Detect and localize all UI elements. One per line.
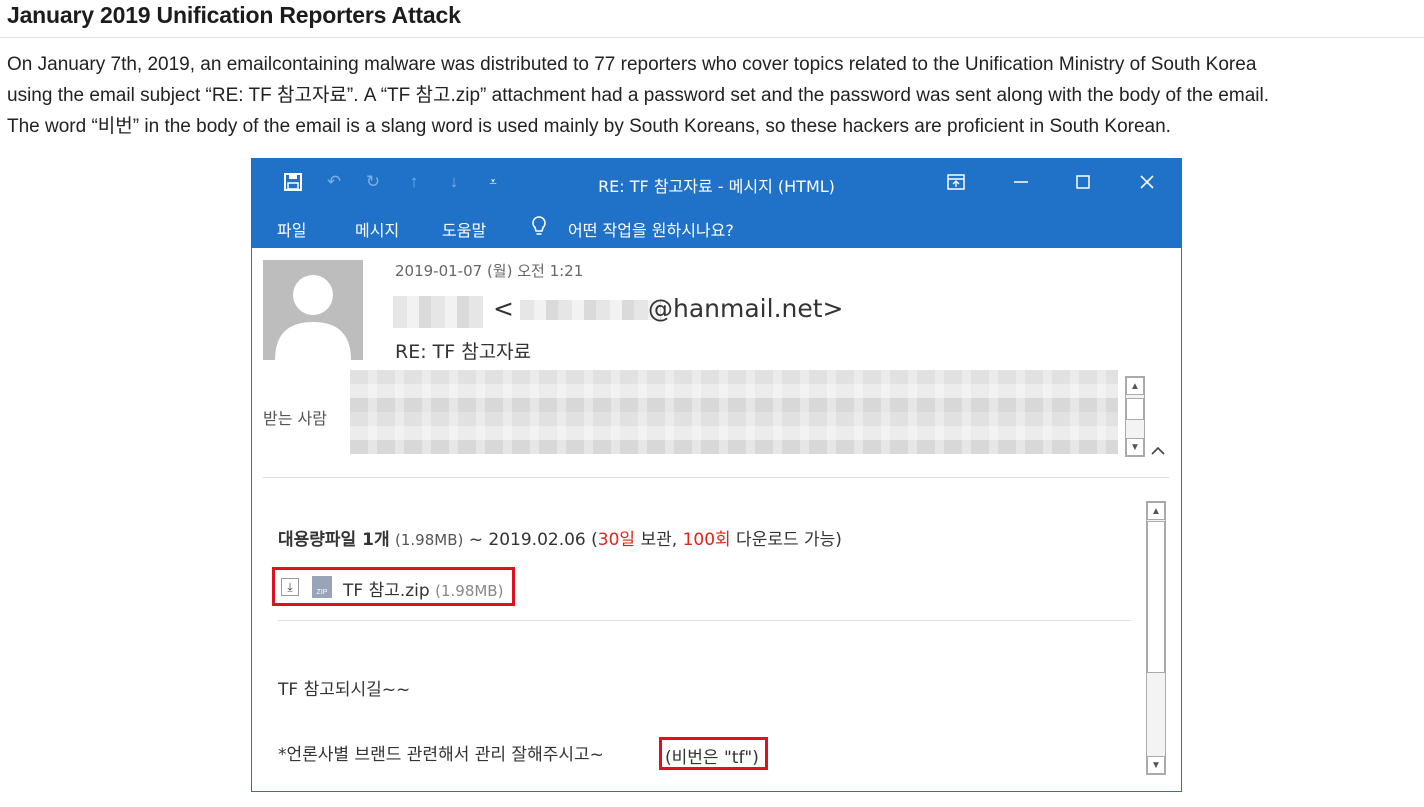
ribbon: 파일 메시지 도움말 어떤 작업을 원하시나요? [252, 206, 1181, 248]
bigfile-label: 대용량파일 1개 [278, 530, 390, 550]
attachment-highlight[interactable]: ⤓ ZIP TF 참고.zip (1.98MB) [272, 567, 515, 606]
redacted-sender-local [520, 300, 661, 320]
redacted-sender-name [393, 296, 483, 328]
to-label: 받는 사람 [263, 409, 327, 428]
scroll-thumb[interactable] [1147, 521, 1165, 673]
bigfile-keep: 보관, [635, 530, 683, 550]
tell-me-search[interactable]: 어떤 작업을 원하시나요? [568, 217, 734, 241]
redacted-recipients [350, 370, 1118, 454]
attachment-divider [278, 620, 1131, 621]
tab-message[interactable]: 메시지 [355, 217, 399, 241]
sender-domain: @hanmail.net> [648, 294, 844, 323]
sender-avatar [263, 260, 363, 360]
collapse-header-icon[interactable] [1150, 443, 1166, 459]
scroll-thumb[interactable] [1126, 398, 1144, 420]
bigfile-size: (1.98MB) [395, 531, 464, 549]
paragraph-line: using the email subject “RE: TF 참고자료”. A… [7, 85, 1269, 106]
scroll-up-icon[interactable]: ▲ [1147, 502, 1165, 520]
email-screenshot: ↶ ↻ ↑ ↓ ⩡ RE: TF 참고자료 - 메시지 (HTML) 파일 메시… [251, 158, 1182, 792]
title-bar: ↶ ↻ ↑ ↓ ⩡ RE: TF 참고자료 - 메시지 (HTML) [252, 159, 1181, 206]
minimize-icon[interactable] [1009, 170, 1033, 194]
attachment-link[interactable]: TF 참고.zip (1.98MB) [343, 576, 503, 601]
article-paragraph: On January 7th, 2019, an emailcontaining… [7, 49, 1417, 142]
window-title: RE: TF 참고자료 - 메시지 (HTML) [598, 177, 835, 196]
scroll-up-icon[interactable]: ▲ [1126, 377, 1144, 395]
attachment-name[interactable]: TF 참고.zip [343, 581, 430, 601]
bigfile-days: 30일 [597, 530, 636, 550]
email-date: 2019-01-07 (월) 오전 1:21 [395, 262, 584, 280]
bigfile-download: 다운로드 가능) [730, 530, 842, 550]
from-open: < [493, 294, 514, 323]
email-subject: RE: TF 참고자료 [395, 341, 532, 363]
bigfile-expiry: ~ 2019.02.06 ( [468, 530, 598, 550]
password-text: (비번은 "tf") [665, 748, 759, 768]
body-line: TF 참고되시길~~ [278, 680, 411, 700]
maximize-icon[interactable] [1071, 170, 1095, 194]
tab-help[interactable]: 도움말 [442, 217, 486, 241]
download-icon[interactable]: ⤓ [281, 578, 299, 596]
bigfile-count: 100회 [682, 530, 731, 550]
body-line: *언론사별 브랜드 관련해서 관리 잘해주시고~ [278, 740, 604, 765]
attachment-size: (1.98MB) [435, 582, 504, 600]
scroll-down-icon[interactable]: ▼ [1126, 438, 1144, 456]
body-text: *언론사별 브랜드 관련해서 관리 잘해주시고~ [278, 745, 604, 765]
ribbon-display-icon[interactable] [944, 170, 968, 194]
bigfile-info: 대용량파일 1개 (1.98MB) ~ 2019.02.06 (30일 보관, … [278, 525, 842, 550]
tab-file[interactable]: 파일 [277, 217, 306, 241]
body-scrollbar[interactable]: ▲ ▼ [1146, 501, 1166, 775]
header-divider [263, 477, 1169, 478]
paragraph-line: The word “비번” in the body of the email i… [7, 116, 1171, 137]
lightbulb-icon [530, 215, 548, 241]
article-heading: January 2019 Unification Reporters Attac… [7, 2, 461, 28]
password-highlight: (비번은 "tf") [659, 737, 768, 770]
paragraph-line: On January 7th, 2019, an emailcontaining… [7, 54, 1257, 75]
recipients-scrollbar[interactable]: ▲ ▼ [1125, 376, 1145, 457]
zip-file-icon: ZIP [312, 576, 332, 598]
scroll-down-icon[interactable]: ▼ [1147, 756, 1165, 774]
close-icon[interactable] [1135, 170, 1159, 194]
heading-divider [0, 37, 1424, 38]
